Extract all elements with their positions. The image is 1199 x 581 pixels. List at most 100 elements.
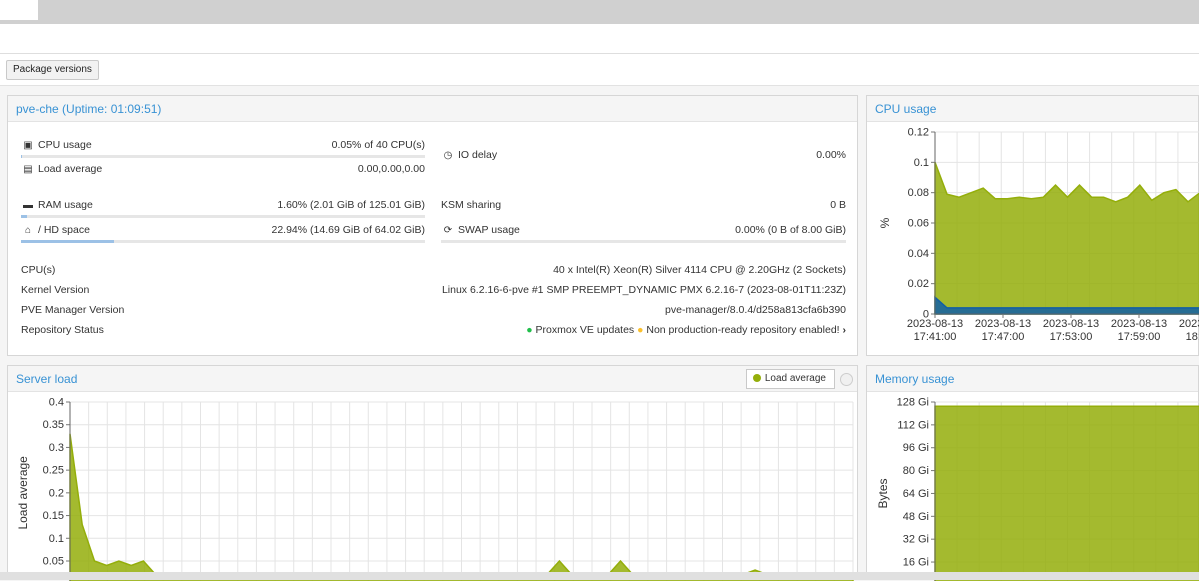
y-tick-label: 0.4 (49, 397, 64, 409)
load-average-row: ▤ Load average 0.00,0.00,0.00 (21, 163, 425, 183)
y-tick-label: 32 Gi (903, 534, 929, 546)
package-versions-button[interactable]: Package versions (6, 60, 99, 80)
x-tick-label: 17:41:00 (914, 331, 957, 343)
server-load-panel-header: Server load Load average (8, 366, 857, 392)
ksm-sharing-label: KSM sharing (441, 199, 502, 211)
cpu-usage-bar (21, 155, 425, 158)
cpu-chip-icon: ▣ (23, 140, 33, 151)
cpus-value: 40 x Intel(R) Xeon(R) Silver 4114 CPU @ … (553, 264, 846, 276)
hd-space-label-wrap: ⌂ / HD space (21, 224, 90, 236)
y-axis-title: Load average (16, 456, 30, 530)
y-tick-label: 80 Gi (903, 465, 929, 477)
io-delay-label-wrap: ◷ IO delay (441, 149, 497, 161)
y-tick-label: 128 Gi (897, 397, 929, 409)
ram-usage-bar (21, 215, 425, 218)
repository-status-value[interactable]: ● Proxmox VE updates ● Non production-re… (526, 324, 846, 336)
swap-usage-value: 0.00% (0 B of 8.00 GiB) (735, 224, 846, 236)
y-tick-label: 0.08 (908, 187, 929, 199)
x-tick-label: 2023-08-13 (907, 318, 963, 330)
server-load-chart[interactable]: 0.05 0.1 0.15 0.2 0.25 0.3 0.35 0.4 Load average (8, 393, 859, 581)
memory-icon: ▬ (23, 200, 33, 211)
x-tick-label: 2023-08-13 (1111, 318, 1167, 330)
x-tick-label: 17:53:00 (1050, 331, 1093, 343)
kernel-value: Linux 6.2.16-6-pve #1 SMP PREEMPT_DYNAMI… (441, 284, 846, 296)
y-axis-title: Bytes (876, 478, 890, 508)
top-tab[interactable] (0, 0, 38, 20)
io-delay-value: 0.00% (816, 149, 846, 161)
status-panel: pve-che (Uptime: 01:09:51) ▣ CPU usage 0.… (7, 95, 858, 356)
load-average-legend-button[interactable]: Load average (745, 369, 835, 389)
ram-usage-value: 1.60% (2.01 GiB of 125.01 GiB) (277, 199, 425, 211)
status-panel-title: pve-che (Uptime: 01:09:51) (16, 102, 162, 116)
pve-manager-label: PVE Manager Version (21, 304, 125, 316)
memory-usage-panel-header: Memory usage (867, 366, 1198, 392)
y-tick-label: 0.15 (43, 510, 64, 522)
repository-status-label: Repository Status (21, 324, 104, 336)
y-axis-title: % (878, 217, 892, 228)
y-tick-label: 0.1 (49, 533, 64, 545)
cpu-usage-label-wrap: ▣ CPU usage (21, 139, 92, 151)
repository-status-row: Repository Status ● Proxmox VE updates ●… (21, 324, 846, 340)
cpu-usage-bar-fill (21, 155, 23, 158)
cpu-usage-panel-header: CPU usage (867, 96, 1198, 122)
cpu-usage-row: ▣ CPU usage 0.05% of 40 CPU(s) (21, 139, 425, 159)
load-average-value: 0.00,0.00,0.00 (357, 163, 425, 175)
repo-ok-text: Proxmox VE updates (535, 324, 635, 336)
memory-usage-chart[interactable]: 16 Gi 32 Gi 48 Gi 64 Gi 80 Gi 96 Gi 112 Gi 128 … (867, 393, 1199, 581)
io-delay-label: IO delay (458, 149, 498, 161)
toolbar: Package versions (0, 54, 1199, 86)
legend-label: Load average (764, 373, 826, 384)
hd-space-value: 22.94% (14.69 GiB of 64.02 GiB) (271, 224, 425, 236)
ram-usage-label-wrap: ▬ RAM usage (21, 199, 93, 211)
cpu-usage-panel: CPU usage 0 0.02 0.04 0.06 0.08 0.1 0.12% 2023-… (866, 95, 1199, 356)
hd-space-row: ⌂ / HD space 22.94% (14.69 GiB of 64.02 G… (21, 224, 425, 244)
server-load-panel-title: Server load (16, 372, 78, 386)
hd-space-bar (21, 240, 425, 243)
check-circle-icon: ● (526, 324, 533, 336)
x-tick-label: 2023-08-13 (975, 318, 1031, 330)
status-panel-header: pve-che (Uptime: 01:09:51) (8, 96, 857, 122)
kernel-row: Kernel Version Linux 6.2.16-6-pve #1 SMP… (21, 284, 846, 300)
chevron-right-icon[interactable]: › (843, 324, 847, 336)
ram-usage-row: ▬ RAM usage 1.60% (2.01 GiB of 125.01 GiB… (21, 199, 425, 219)
cpu-usage-value: 0.05% of 40 CPU(s) (331, 139, 425, 151)
y-tick-label: 0.2 (49, 487, 64, 499)
memory-usage-panel-title: Memory usage (875, 372, 955, 386)
y-tick-label: 0.02 (908, 278, 929, 290)
y-tick-label: 96 Gi (903, 442, 929, 454)
y-tick-label: 16 Gi (903, 557, 929, 569)
server-load-panel: Server load Load average 0.05 0.1 0.15 0.2 0… (7, 365, 859, 581)
y-tick-label: 0.1 (914, 157, 929, 169)
legend-dot-icon (752, 374, 761, 382)
x-tick-label: 17:47:00 (982, 331, 1025, 343)
y-tick-label: 112 Gi (897, 419, 929, 431)
hd-space-label: / HD space (38, 224, 90, 236)
cpus-row: CPU(s) 40 x Intel(R) Xeon(R) Silver 4114… (21, 264, 846, 280)
cpus-label: CPU(s) (21, 264, 56, 276)
pve-manager-value: pve-manager/8.0.4/d258a813cfa6b390 (665, 304, 846, 316)
load-average-label-wrap: ▤ Load average (21, 163, 102, 175)
swap-usage-label-wrap: ⟳ SWAP usage (441, 224, 520, 236)
y-tick-label: 0.25 (43, 465, 64, 477)
series-area-1 (934, 405, 1199, 581)
y-tick-label: 64 Gi (903, 488, 929, 500)
x-tick-label: 2023-08-13 (1179, 318, 1199, 330)
warning-circle-icon: ● (637, 324, 644, 336)
io-delay-row: ◷ IO delay 0.00% (441, 149, 846, 169)
cpu-usage-label: CPU usage (38, 139, 92, 151)
swap-usage-label: SWAP usage (458, 224, 520, 236)
x-tick-label: 18:05:00 (1186, 331, 1199, 343)
repo-warn-text: Non production-ready repository enabled! (646, 324, 840, 336)
cpu-usage-chart[interactable]: 00.020.040.060.080.10.12%2023-08-1317:41… (867, 123, 1199, 356)
bottom-strip (0, 572, 1199, 580)
ksm-sharing-row: KSM sharing 0 B (441, 199, 846, 219)
ram-usage-bar-fill (21, 215, 28, 218)
x-tick-label: 2023-08-13 (1043, 318, 1099, 330)
hdd-icon: ⌂ (24, 225, 32, 236)
hd-space-bar-fill (21, 240, 114, 243)
y-tick-label: 0.12 (908, 127, 929, 139)
y-tick-label: 48 Gi (903, 511, 929, 523)
undo-zoom-icon[interactable] (840, 373, 853, 386)
swap-usage-row: ⟳ SWAP usage 0.00% (0 B of 8.00 GiB) (441, 224, 846, 244)
tasks-icon: ▤ (23, 164, 33, 175)
